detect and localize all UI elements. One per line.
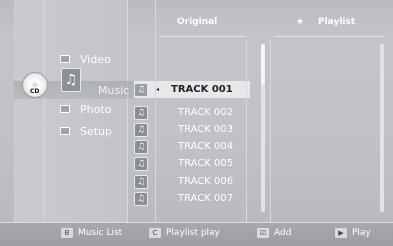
menu-item-music[interactable]: Music xyxy=(98,81,129,99)
track-label: TRACK 004 xyxy=(178,141,234,152)
playlist-play-button[interactable]: C Playlist play xyxy=(149,228,220,238)
music-note-icon: ♫ xyxy=(134,191,148,206)
music-note-icon: ♫ xyxy=(134,139,148,154)
b-key-icon: B xyxy=(61,228,73,238)
track-item[interactable]: ♫ TRACK 006 xyxy=(134,173,250,190)
menu-item-setup[interactable]: Setup xyxy=(60,122,112,140)
track-label: TRACK 005 xyxy=(178,158,234,169)
play-button[interactable]: ▶ Play xyxy=(335,228,371,238)
original-header: Original xyxy=(177,17,218,27)
track-item[interactable]: ♫ TRACK 003 xyxy=(134,121,250,138)
music-list-label: Music List xyxy=(78,228,123,238)
menu-item-label: Setup xyxy=(80,124,113,138)
column-divider xyxy=(155,0,156,222)
video-icon xyxy=(60,55,70,63)
original-header-underline xyxy=(160,36,246,37)
music-icon: ♫ xyxy=(61,68,81,92)
c-key-icon: C xyxy=(149,228,161,238)
disc-label: CD xyxy=(30,88,40,95)
menu-item-label: Photo xyxy=(80,102,112,116)
track-label: TRACK 003 xyxy=(178,124,234,135)
music-note-icon: ♫ xyxy=(134,122,148,137)
track-item[interactable]: ♫ TRACK 004 xyxy=(134,138,250,155)
music-note-icon: ♫ xyxy=(134,82,148,97)
column-divider xyxy=(270,40,271,222)
menu-divider xyxy=(44,0,45,222)
menu-item-photo[interactable]: Photo xyxy=(60,100,111,118)
play-key-icon: ▶ xyxy=(335,228,347,238)
music-note-icon: ♫ xyxy=(134,105,148,120)
add-label: Add xyxy=(274,228,292,238)
music-note-icon: ♫ xyxy=(134,156,148,171)
track-item[interactable]: ♫ TRACK 005 xyxy=(134,155,250,172)
track-label: TRACK 006 xyxy=(178,176,234,187)
playlist-star-icon: ★ xyxy=(296,17,305,27)
music-list-button[interactable]: B Music List xyxy=(61,228,122,238)
original-scrollbar[interactable] xyxy=(261,44,265,212)
playlist-header-underline xyxy=(274,36,384,37)
playlist-scrollbar[interactable] xyxy=(380,44,384,212)
music-note-icon: ♫ xyxy=(134,174,148,189)
setup-icon xyxy=(60,127,70,135)
playlist-header: Playlist xyxy=(318,17,356,27)
track-label: TRACK 001 xyxy=(171,84,233,95)
screen: Original ★ Playlist Video Music ♫ Photo … xyxy=(0,0,393,246)
playlist-play-label: Playlist play xyxy=(166,228,220,238)
menu-item-label: Video xyxy=(80,52,111,66)
track-item[interactable]: ♫ TRACK 007 xyxy=(134,190,250,207)
selected-arrow-icon: ◂ xyxy=(156,86,160,93)
bottom-bar: B Music List C Playlist play ☑ Add ▶ Pla… xyxy=(0,222,393,246)
add-button[interactable]: ☑ Add xyxy=(257,228,291,238)
menu-item-video[interactable]: Video xyxy=(60,50,111,68)
track-label: TRACK 002 xyxy=(178,107,234,118)
add-key-icon: ☑ xyxy=(257,228,269,238)
photo-icon xyxy=(60,105,70,113)
track-item[interactable]: ♫ ◂ TRACK 001 xyxy=(134,81,250,98)
play-label: Play xyxy=(352,228,371,238)
original-scrollbar-thumb[interactable] xyxy=(261,44,265,84)
track-item[interactable]: ♫ TRACK 002 xyxy=(134,104,250,121)
menu-item-label: Music xyxy=(98,83,130,97)
track-label: TRACK 007 xyxy=(178,193,234,204)
column-divider xyxy=(246,40,247,222)
